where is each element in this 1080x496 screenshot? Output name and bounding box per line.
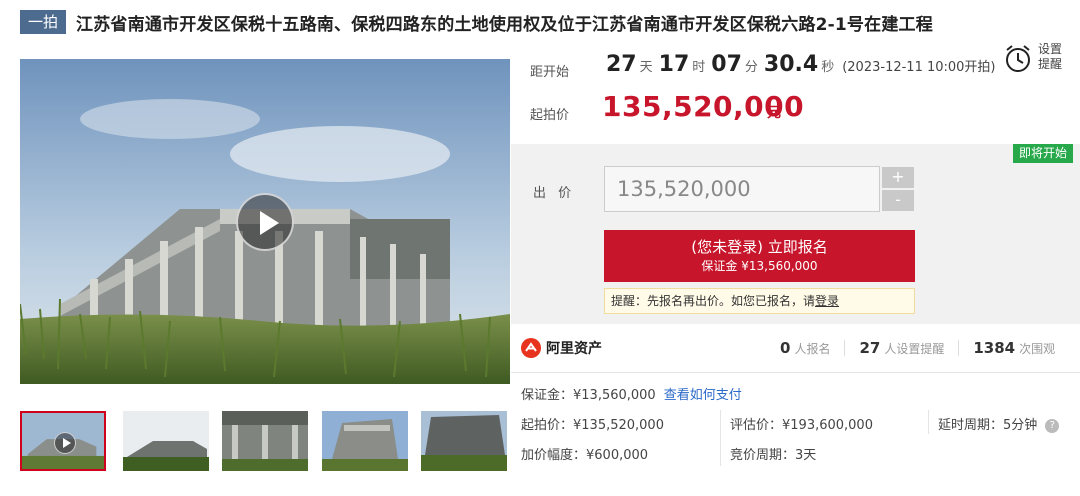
divider [720,410,721,466]
countdown-hours-unit: 时 [692,60,706,75]
help-icon[interactable]: ? [1045,418,1060,433]
deposit-text: 保证金：¥13,560,000 [521,388,656,403]
thumbnail-5[interactable] [421,411,507,471]
auction-round-tag: 一拍 [20,10,67,34]
bid-period-info: 竞价周期：3天 [730,448,817,463]
thumbnail-4[interactable] [322,411,408,471]
register-button-label: (您未登录) 立即报名 [691,238,828,256]
delay-period-text: 延时周期：5分钟 [938,418,1038,433]
bid-label: 出 价 [533,186,576,201]
countdown-seconds: 30.4 [763,52,819,77]
thumbnail-1-video[interactable] [20,411,106,471]
increase-bid-button[interactable]: + [882,167,914,188]
play-icon [54,432,76,454]
page-title: 江苏省南通市开发区保税十五路南、保税四路东的土地使用权及位于江苏省南通市开发区保… [76,14,933,35]
countdown-minutes: 07 [711,52,742,77]
brand-name: 阿里资产 [546,341,602,357]
thumbnail-2[interactable] [123,411,209,471]
set-reminder-button[interactable]: 设置 提醒 [1038,42,1074,72]
thumbnail-image [322,411,408,471]
decrease-bid-button[interactable]: - [882,190,914,211]
main-video-preview[interactable] [20,59,510,384]
bid-amount-input[interactable]: 135,520,000 [604,166,880,212]
view-count: 1384 [973,339,1016,357]
auction-stats: 0 人报名 27 人设置提醒 1384 次围观 [780,339,1055,357]
tip-text: 提醒：先报名再出价。如您已报名，请 [611,294,816,308]
login-link[interactable]: 登录 [815,294,839,308]
countdown-minutes-unit: 分 [744,60,758,75]
status-badge: 即将开始 [1012,144,1073,163]
signup-count-label: 人报名 [794,342,831,356]
alarm-clock-icon[interactable] [1004,44,1032,74]
countdown: 27 天 17 时 07 分 30.4 秒 (2023-12-11 10:00开… [606,52,996,77]
reminder-line1: 设置 [1038,42,1063,56]
divider [511,372,1080,373]
countdown-days: 27 [606,52,637,77]
view-count-label: 次围观 [1019,342,1056,356]
ali-assets-logo-icon [521,338,541,358]
divider [958,340,960,356]
play-icon[interactable] [236,193,294,251]
starting-price-label: 起拍价 [530,108,570,123]
thumbnail-strip [20,411,510,473]
bid-panel: 即将开始 出 价 135,520,000 + - (您未登录) 立即报名 保证金… [511,144,1080,324]
countdown-days-unit: 天 [639,60,653,75]
start-price-info: 起拍价：¥135,520,000 [521,418,664,433]
countdown-hours: 17 [658,52,690,77]
divider [928,410,929,434]
how-to-pay-link[interactable]: 查看如何支付 [664,388,742,403]
thumbnail-image [222,411,308,471]
thumbnail-image [421,411,507,471]
brand: 阿里资产 [521,338,602,358]
start-time-note: (2023-12-11 10:00开拍) [842,60,996,75]
increment-info: 加价幅度：¥600,000 [521,448,649,463]
reminder-count-label: 人设置提醒 [884,342,945,356]
countdown-label: 距开始 [530,65,570,80]
bid-stepper: + - [882,167,914,211]
title-row: 一拍 江苏省南通市开发区保税十五路南、保税四路东的土地使用权及位于江苏省南通市开… [20,8,933,36]
thumbnail-3[interactable] [222,411,308,471]
appraisal-info: 评估价：¥193,600,000 [730,418,873,433]
register-now-button[interactable]: (您未登录) 立即报名 保证金 ¥13,560,000 [604,230,915,282]
reminder-line2: 提醒 [1038,57,1063,71]
signup-count: 0 [780,339,791,357]
reminder-count: 27 [859,339,881,357]
deposit-info: 保证金：¥13,560,000 查看如何支付 [521,384,742,403]
starting-price-unit: 元 [767,105,781,121]
divider [844,340,846,356]
delay-period-info: 延时周期：5分钟? [938,414,1060,433]
countdown-seconds-unit: 秒 [821,60,835,75]
register-tip: 提醒：先报名再出价。如您已报名，请登录 [604,288,915,314]
thumbnail-image [123,411,209,471]
register-deposit-note: 保证金 ¥13,560,000 [701,259,818,273]
